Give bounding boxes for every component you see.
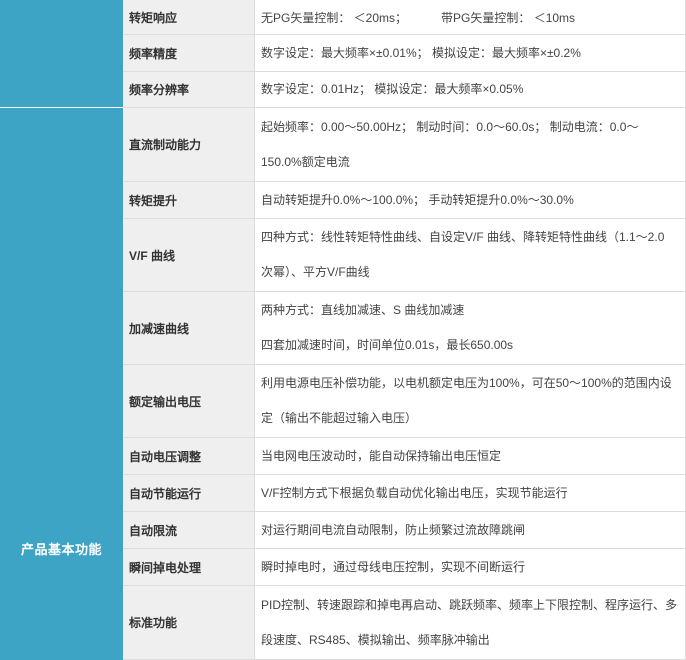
spec-row: 自动电压调整 当电网电压波动时，能自动保持输出电压恒定 [123,438,686,475]
spec-value-line: 带PG矢量控制： ＜10ms [441,10,576,25]
spec-value: V/F控制方式下根据负载自动优化输出电压，实现节能运行 [255,475,686,511]
spec-value-line: 两种方式：直线加减速、S 曲线加减速 [261,303,465,317]
spec-label: 自动限流 [123,512,255,548]
spec-value-line: PID控制、转速跟踪和掉电再启动、跳跃频率、频率上下限控制、程序运行、多 [261,597,678,612]
spec-row: 加减速曲线 两种方式：直线加减速、S 曲线加减速 四套加减速时间，时间单位0.0… [123,292,686,365]
spec-row: 自动节能运行 V/F控制方式下根据负载自动优化输出电压，实现节能运行 [123,475,686,512]
spec-label: 瞬间掉电处理 [123,549,255,585]
spec-row: 转矩响应 无PG矢量控制： ＜20ms； 带PG矢量控制： ＜10ms [123,0,686,35]
spec-value-line: 数字设定：最大频率×±0.01%； 模拟设定：最大频率×±0.2% [261,45,581,60]
spec-row: 直流制动能力 起始频率：0.00～50.00Hz； 制动时间：0.0～60.0s… [123,108,686,182]
spec-row: 标准功能 PID控制、转速跟踪和掉电再启动、跳跃频率、频率上下限控制、程序运行、… [123,586,686,660]
spec-label: 标准功能 [123,586,255,659]
spec-value: 起始频率：0.00～50.00Hz； 制动时间：0.0～60.0s； 制动电流：… [255,108,686,181]
spec-value: 数字设定：0.01Hz； 模拟设定：最大频率×0.05% [255,72,686,107]
group-cell-previous [0,0,123,108]
spec-table: 产品基本功能 转矩响应 无PG矢量控制： ＜20ms； 带PG矢量控制： ＜10… [0,0,686,660]
spec-label: V/F 曲线 [123,219,255,291]
group-cell: 产品基本功能 [0,108,123,660]
spec-value-line: 数字设定：0.01Hz； 模拟设定：最大频率×0.05% [261,82,524,96]
spec-row: 额定输出电压 利用电源电压补偿功能，以电机额定电压为100%，可在50～100%… [123,365,686,438]
spec-label: 额定输出电压 [123,365,255,437]
spec-value-line: 当电网电压波动时，能自动保持输出电压恒定 [261,448,502,463]
spec-value-line: 自动转矩提升0.0%～100.0%； 手动转矩提升0.0%～30.0% [261,192,574,207]
group-column: 产品基本功能 [0,0,123,660]
spec-value: 自动转矩提升0.0%～100.0%； 手动转矩提升0.0%～30.0% [255,182,686,218]
spec-value-line: 四种方式：线性转矩特性曲线、自设定V/F 曲线、降转矩特性曲线（1.1～2.0 [261,230,665,244]
spec-value-line: 起始频率：0.00～50.00Hz； 制动时间：0.0～60.0s； 制动电流：… [261,119,639,134]
spec-row: 频率精度 数字设定：最大频率×±0.01%； 模拟设定：最大频率×±0.2% [123,35,686,72]
spec-row: 瞬间掉电处理 瞬时掉电时，通过母线电压控制，实现不间断运行 [123,549,686,586]
spec-value-line: 无PG矢量控制： ＜20ms； [261,10,408,25]
spec-label: 加减速曲线 [123,292,255,364]
spec-value: 数字设定：最大频率×±0.01%； 模拟设定：最大频率×±0.2% [255,35,686,71]
spec-value-line: 150.0%额定电流 [261,154,350,169]
spec-value-line: 利用电源电压补偿功能，以电机额定电压为100%，可在50～100%的范围内设 [261,376,672,390]
spec-rows: 转矩响应 无PG矢量控制： ＜20ms； 带PG矢量控制： ＜10ms 频率精度… [123,0,686,660]
spec-row: 频率分辨率 数字设定：0.01Hz； 模拟设定：最大频率×0.05% [123,72,686,108]
group-label: 产品基本功能 [20,542,102,557]
spec-value-line: 定（输出不能超过输入电压） [261,411,418,425]
spec-value: PID控制、转速跟踪和掉电再启动、跳跃频率、频率上下限控制、程序运行、多 段速度… [255,586,686,659]
spec-value-line: 四套加减速时间，时间单位0.01s，最长650.00s [261,338,514,352]
spec-value-line: V/F控制方式下根据负载自动优化输出电压，实现节能运行 [261,485,568,500]
spec-value: 对运行期间电流自动限制，防止频繁过流故障跳闸 [255,512,686,548]
spec-label: 频率精度 [123,35,255,71]
spec-value: 两种方式：直线加减速、S 曲线加减速 四套加减速时间，时间单位0.01s，最长6… [255,292,686,364]
spec-label: 频率分辨率 [123,72,255,107]
spec-value-line: 段速度、RS485、模拟输出、频率脉冲输出 [261,632,490,647]
spec-row: 自动限流 对运行期间电流自动限制，防止频繁过流故障跳闸 [123,512,686,549]
spec-value: 瞬时掉电时，通过母线电压控制，实现不间断运行 [255,549,686,585]
spec-value: 四种方式：线性转矩特性曲线、自设定V/F 曲线、降转矩特性曲线（1.1～2.0 … [255,219,686,291]
spec-value-line: 次幂）、平方V/F曲线 [261,265,370,279]
spec-value: 无PG矢量控制： ＜20ms； 带PG矢量控制： ＜10ms [255,0,686,34]
spec-value-line: 对运行期间电流自动限制，防止频繁过流故障跳闸 [261,522,526,537]
spec-label: 转矩响应 [123,0,255,34]
spec-label: 自动电压调整 [123,438,255,474]
spec-label: 转矩提升 [123,182,255,218]
spec-value: 当电网电压波动时，能自动保持输出电压恒定 [255,438,686,474]
spec-label: 直流制动能力 [123,108,255,181]
spec-row: 转矩提升 自动转矩提升0.0%～100.0%； 手动转矩提升0.0%～30.0% [123,182,686,219]
spec-row: V/F 曲线 四种方式：线性转矩特性曲线、自设定V/F 曲线、降转矩特性曲线（1… [123,219,686,292]
spec-value: 利用电源电压补偿功能，以电机额定电压为100%，可在50～100%的范围内设 定… [255,365,686,437]
spec-value-line: 瞬时掉电时，通过母线电压控制，实现不间断运行 [261,559,526,574]
spec-label: 自动节能运行 [123,475,255,511]
